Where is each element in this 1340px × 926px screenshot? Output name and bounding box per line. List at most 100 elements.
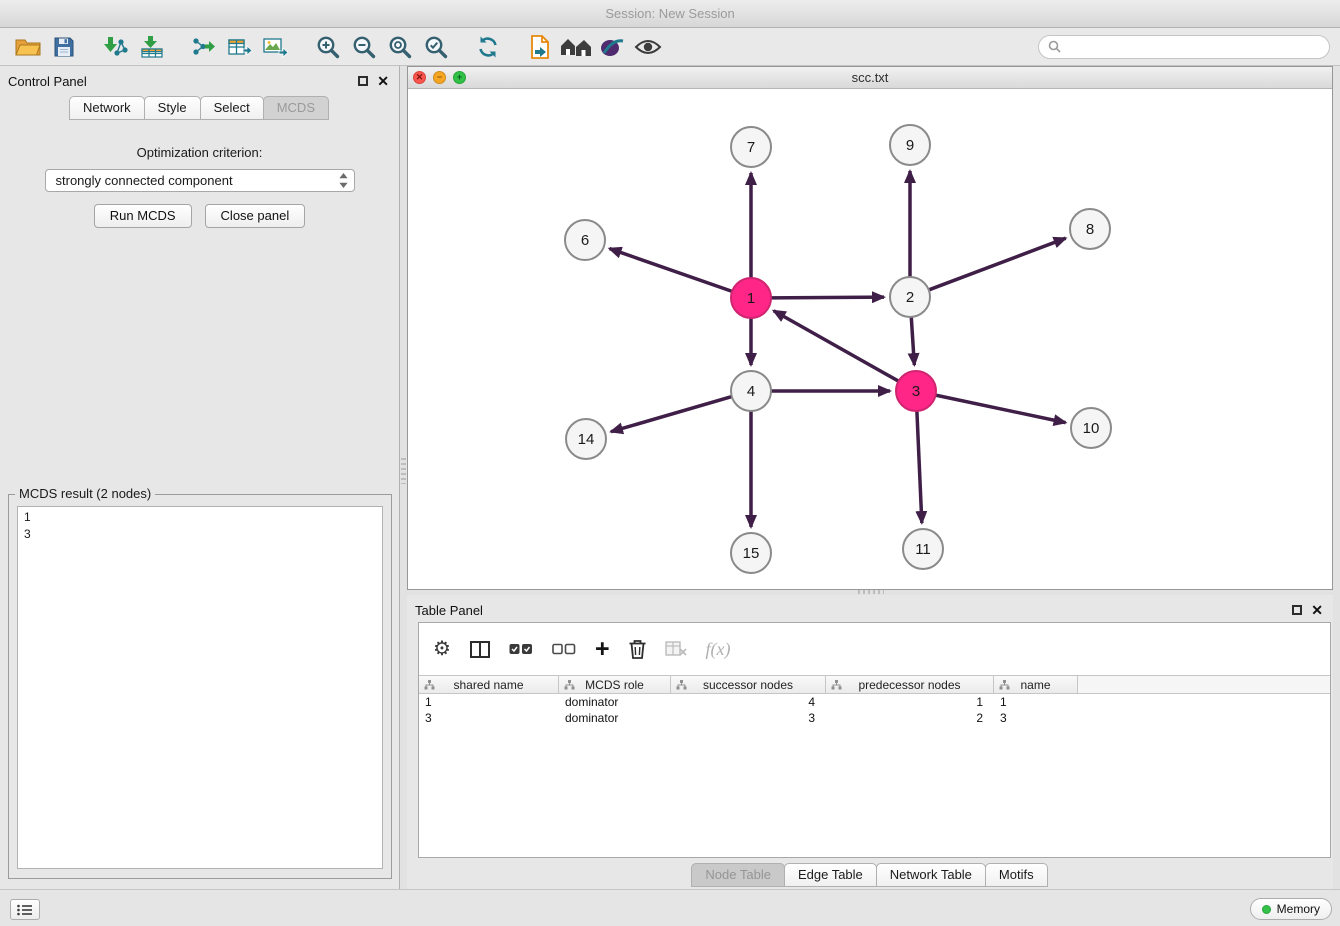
main-toolbar [0, 28, 1340, 66]
dropdown-selected-value: strongly connected component [56, 173, 233, 188]
edge-2-3[interactable] [911, 317, 914, 365]
eye-icon [634, 38, 662, 56]
tab-mcds[interactable]: MCDS [263, 96, 329, 120]
run-mcds-button[interactable]: Run MCDS [94, 204, 192, 228]
memory-status-icon [1262, 905, 1271, 914]
save-session-button[interactable] [46, 31, 82, 63]
add-column-button[interactable]: + [595, 639, 610, 659]
close-panel-button[interactable]: Close panel [205, 204, 306, 228]
optimization-criterion-label: Optimization criterion: [0, 145, 399, 160]
save-icon [54, 37, 74, 57]
table-row[interactable]: 1dominator411 [419, 694, 1330, 710]
close-panel-icon[interactable]: ✕ [377, 76, 389, 86]
edge-3-1[interactable] [774, 311, 899, 381]
edge-3-10[interactable] [936, 395, 1066, 422]
delete-table-button[interactable] [665, 641, 687, 657]
node-label-14: 14 [578, 431, 595, 448]
node-label-6: 6 [581, 232, 589, 249]
close-window-icon[interactable]: ✕ [413, 71, 426, 84]
home-button[interactable] [558, 31, 594, 63]
zoom-out-icon [352, 35, 376, 59]
tab-style[interactable]: Style [144, 96, 201, 120]
memory-button[interactable]: Memory [1250, 898, 1332, 920]
table-settings-button[interactable]: ⚙ [433, 639, 451, 659]
control-panel: Control Panel ✕ NetworkStyleSelectMCDS O… [0, 66, 400, 889]
tab-motifs[interactable]: Motifs [985, 863, 1048, 887]
search-input[interactable] [1066, 40, 1320, 54]
zoom-fit-icon [388, 35, 412, 59]
table-tabs: Node TableEdge TableNetwork TableMotifs [407, 863, 1333, 887]
refresh-button[interactable] [470, 31, 506, 63]
table-cell: 4 [671, 694, 826, 710]
column-header-shared-name[interactable]: shared name [419, 675, 559, 694]
mcds-result-list[interactable]: 13 [17, 506, 383, 869]
network-window-title: scc.txt [852, 70, 889, 85]
node-table: ⚙ + [418, 622, 1331, 858]
export-table-button[interactable] [222, 31, 258, 63]
zoom-selected-button[interactable] [418, 31, 454, 63]
import-table-button[interactable] [134, 31, 170, 63]
status-bar: Memory [0, 889, 1340, 926]
network-canvas[interactable]: 7968124314101511 [408, 89, 1332, 590]
tab-network-table[interactable]: Network Table [876, 863, 986, 887]
select-all-columns-button[interactable] [509, 643, 533, 656]
show-hide-button[interactable] [630, 31, 666, 63]
tab-network[interactable]: Network [69, 96, 145, 120]
table-cell: 3 [671, 710, 826, 726]
float-table-panel-icon[interactable] [1292, 605, 1302, 615]
float-panel-icon[interactable] [358, 76, 368, 86]
application-window: { "window": { "title": "Session: New Ses… [0, 0, 1340, 926]
page-share-button[interactable] [522, 31, 558, 63]
search-icon [1048, 40, 1061, 53]
edge-2-8[interactable] [929, 238, 1066, 290]
export-network-button[interactable] [186, 31, 222, 63]
home-icon [560, 36, 592, 58]
import-network-button[interactable] [98, 31, 134, 63]
splitter-handle-horizontal[interactable] [858, 590, 884, 594]
column-header-mcds-role[interactable]: MCDS role [559, 675, 671, 694]
function-builder-button[interactable]: f(x) [706, 639, 731, 660]
column-header-predecessor-nodes[interactable]: predecessor nodes [826, 675, 994, 694]
zoom-window-icon[interactable]: + [453, 71, 466, 84]
zoom-in-button[interactable] [310, 31, 346, 63]
control-panel-tabs: NetworkStyleSelectMCDS [0, 96, 399, 120]
control-panel-header: Control Panel ✕ [0, 66, 399, 96]
splitter-handle-vertical[interactable] [401, 458, 406, 484]
style-button[interactable] [594, 31, 630, 63]
tab-select[interactable]: Select [200, 96, 264, 120]
export-image-button[interactable] [258, 31, 294, 63]
zoom-selected-icon [424, 35, 448, 59]
task-history-button[interactable] [10, 899, 40, 920]
column-header-filler [1078, 675, 1330, 694]
tab-edge-table[interactable]: Edge Table [784, 863, 877, 887]
tab-node-table[interactable]: Node Table [691, 863, 785, 887]
result-line: 3 [24, 526, 376, 543]
export-image-icon [263, 36, 289, 58]
edge-1-2[interactable] [771, 297, 884, 298]
columns-icon [470, 641, 490, 658]
zoom-fit-button[interactable] [382, 31, 418, 63]
export-table-icon [228, 36, 252, 58]
zoom-in-icon [316, 35, 340, 59]
show-columns-button[interactable] [470, 641, 490, 658]
edge-3-11[interactable] [917, 411, 922, 523]
minimize-window-icon[interactable]: − [433, 71, 446, 84]
deselect-all-columns-button[interactable] [552, 643, 576, 656]
zoom-out-button[interactable] [346, 31, 382, 63]
window-title-bar: Session: New Session [0, 0, 1340, 28]
control-panel-title: Control Panel [8, 74, 87, 89]
table-cell: 3 [994, 710, 1078, 726]
optimization-criterion-dropdown[interactable]: strongly connected component [45, 169, 355, 192]
table-panel-title: Table Panel [415, 603, 483, 618]
open-session-button[interactable] [10, 31, 46, 63]
search-box[interactable] [1038, 35, 1330, 59]
node-label-3: 3 [912, 383, 920, 400]
column-header-successor-nodes[interactable]: successor nodes [671, 675, 826, 694]
table-row[interactable]: 3dominator323 [419, 710, 1330, 726]
close-table-panel-icon[interactable]: ✕ [1311, 605, 1323, 615]
table-cell: 1 [419, 694, 559, 710]
edge-1-6[interactable] [610, 249, 733, 292]
column-header-name[interactable]: name [994, 675, 1078, 694]
delete-column-button[interactable] [629, 639, 646, 659]
edge-4-14[interactable] [611, 397, 732, 432]
